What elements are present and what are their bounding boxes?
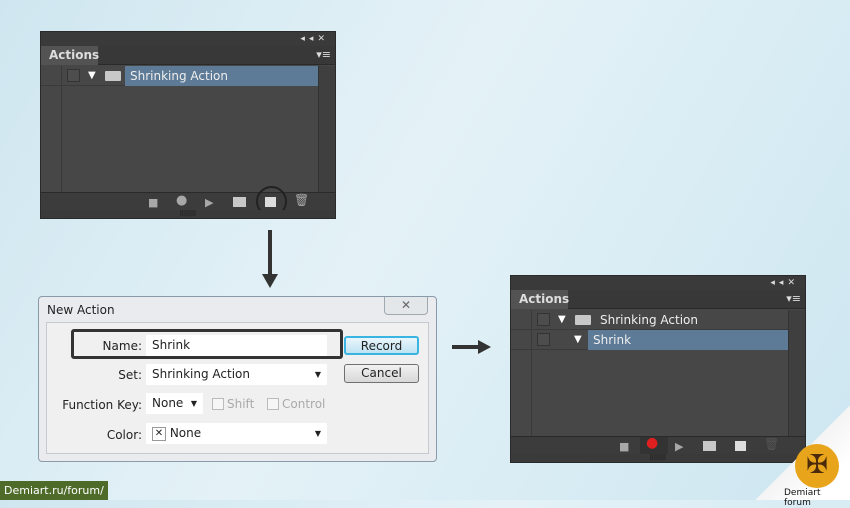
record-button[interactable]: Record: [344, 336, 419, 355]
dialog-title: New Action: [47, 303, 115, 317]
panel-header-bar: ◂◂✕: [41, 32, 335, 46]
resize-grip[interactable]: ||||||||: [511, 454, 805, 462]
toggle-checkbox[interactable]: [537, 313, 550, 326]
set-label: Shrinking Action: [600, 313, 698, 327]
name-label: Name:: [102, 339, 142, 353]
toggle-checkbox[interactable]: [537, 333, 550, 346]
control-label: Control: [282, 397, 326, 411]
new-action-dialog: New Action ✕ Name: Shrink Set: Shrinking…: [38, 296, 437, 462]
play-icon[interactable]: ▶: [205, 197, 213, 208]
record-icon[interactable]: ●: [646, 436, 658, 450]
trash-icon[interactable]: 🗑: [764, 438, 779, 450]
panel-menu-icon[interactable]: ▾≡: [316, 48, 331, 61]
record-icon[interactable]: ●: [176, 194, 187, 207]
actions-panel-before: ◂◂✕ Actions ▾≡ ▼ Shrinking Action ■ ● ▶ 🗑…: [40, 31, 336, 219]
set-select[interactable]: Shrinking Action ▼: [146, 364, 327, 385]
expand-triangle-icon[interactable]: ▼: [558, 314, 566, 325]
shift-checkbox[interactable]: [212, 398, 224, 410]
list-item[interactable]: ▼ Shrinking Action: [41, 66, 318, 86]
name-input[interactable]: Shrink: [146, 335, 327, 356]
function-key-select[interactable]: None ▼: [146, 393, 203, 414]
down-arrow: [268, 230, 272, 280]
cancel-button[interactable]: Cancel: [344, 364, 419, 383]
panel-toolbar: ■ ● ▶ 🗑: [41, 186, 335, 217]
function-key-value: None: [152, 396, 184, 410]
scrollbar[interactable]: [788, 310, 805, 436]
tab-actions[interactable]: Actions: [41, 46, 99, 65]
close-icon[interactable]: ✕: [317, 34, 329, 44]
expand-triangle-icon[interactable]: ▼: [88, 70, 96, 81]
panel-toolbar: ■ ● ▶ 🗑: [511, 436, 805, 454]
set-value: Shrinking Action: [152, 367, 250, 381]
control-checkbox[interactable]: [267, 398, 279, 410]
folder-icon: [105, 71, 121, 81]
tab-actions[interactable]: Actions: [511, 290, 569, 309]
color-value: None: [169, 426, 202, 440]
logo-text: Demiart forum: [784, 488, 821, 508]
list-item[interactable]: ▼ Shrinking Action: [511, 310, 788, 330]
new-set-folder-icon[interactable]: [703, 441, 716, 451]
function-key-label: Function Key:: [62, 398, 142, 412]
folder-icon: [575, 315, 591, 325]
color-select[interactable]: ✕ None ▼: [146, 423, 327, 444]
no-color-swatch-icon: ✕: [152, 426, 166, 441]
panel-header-bar: ◂◂✕: [511, 276, 805, 290]
trash-icon[interactable]: 🗑: [294, 194, 309, 206]
actions-list: ▼ Shrinking Action: [41, 66, 318, 192]
color-label: Color:: [106, 428, 142, 442]
expand-triangle-icon[interactable]: ▼: [574, 334, 582, 345]
list-item[interactable]: ▼ Shrink: [511, 330, 788, 350]
resize-grip[interactable]: ||||||||: [41, 210, 335, 218]
set-label: Shrinking Action: [125, 66, 318, 86]
toggle-checkbox[interactable]: [67, 69, 80, 82]
demiart-logo: ✠: [795, 444, 839, 488]
set-label: Set:: [118, 368, 142, 382]
new-set-folder-icon[interactable]: [233, 197, 246, 207]
scrollbar[interactable]: [318, 66, 335, 192]
actions-panel-after: ◂◂✕ Actions ▾≡ ▼ Shrinking Action ▼ Shrin…: [510, 275, 806, 463]
new-action-icon[interactable]: [735, 441, 746, 451]
chevron-down-icon: ▼: [314, 370, 321, 379]
shift-label: Shift: [227, 397, 255, 411]
close-icon[interactable]: ✕: [787, 278, 799, 288]
collapse-icon[interactable]: ◂◂: [300, 34, 317, 44]
action-label: Shrink: [588, 330, 788, 350]
close-button[interactable]: ✕: [384, 297, 428, 315]
stop-icon[interactable]: ■: [619, 441, 629, 452]
right-arrowhead: [478, 340, 491, 354]
actions-list: ▼ Shrinking Action ▼ Shrink: [511, 310, 788, 436]
down-arrowhead: [262, 274, 278, 288]
watermark-url[interactable]: Demiart.ru/forum/: [0, 481, 108, 500]
play-icon[interactable]: ▶: [675, 441, 683, 452]
right-arrow: [452, 345, 480, 349]
stop-icon[interactable]: ■: [148, 197, 158, 208]
chevron-down-icon: ▼: [190, 399, 197, 408]
chevron-down-icon: ▼: [314, 429, 321, 438]
panel-menu-icon[interactable]: ▾≡: [786, 292, 801, 305]
collapse-icon[interactable]: ◂◂: [770, 278, 787, 288]
